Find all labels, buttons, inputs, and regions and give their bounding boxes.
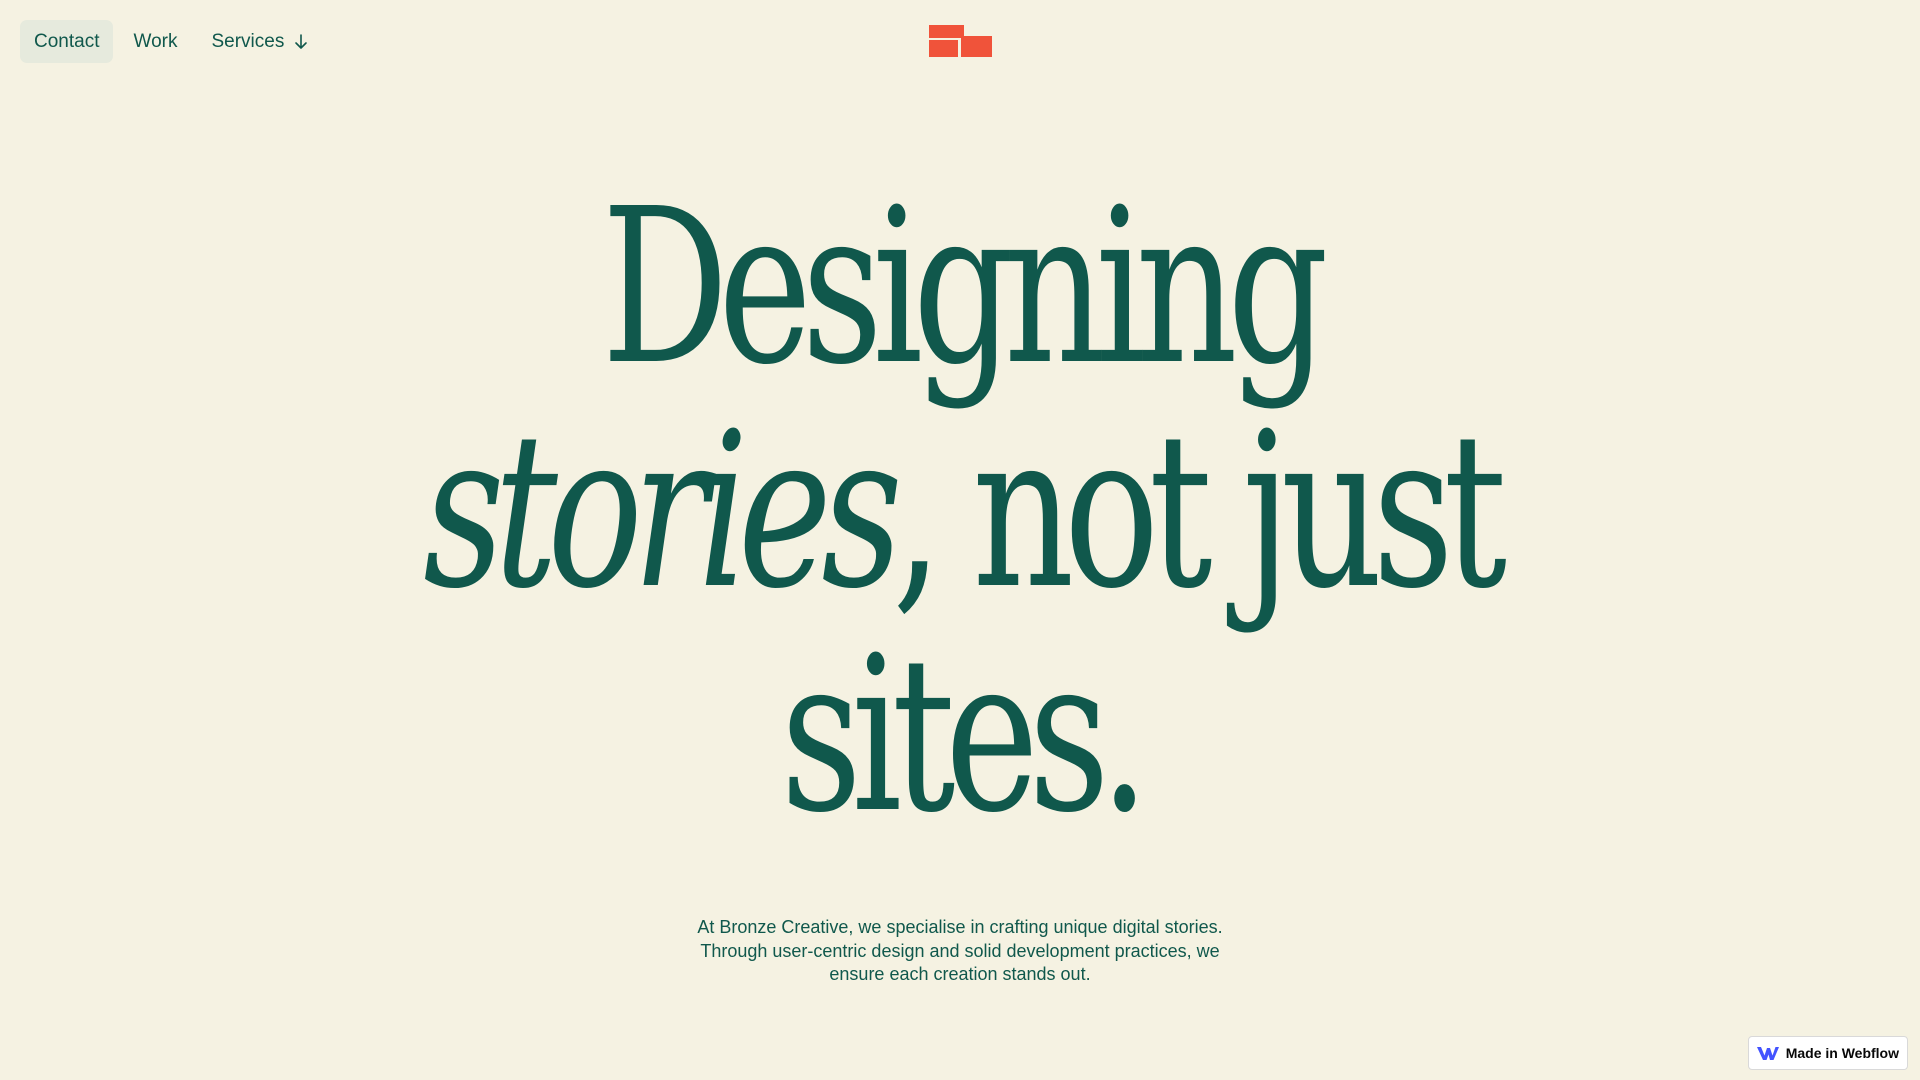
- hero-word-sites: sites.: [780, 611, 1150, 860]
- nav-work-link[interactable]: Work: [119, 20, 191, 63]
- hero-description: At Bronze Creative, we specialise in cra…: [697, 917, 1223, 984]
- nav-contact-label: Contact: [34, 30, 100, 52]
- hero-line-1: Designing: [250, 176, 1671, 400]
- bronze-creative-logo-icon: [929, 25, 992, 57]
- hero-word-designing: Designing: [601, 163, 1329, 412]
- hero-line-2-rest: , not just: [892, 387, 1507, 636]
- hero-line-2: stories, not just: [250, 400, 1671, 624]
- nav-services-label: Services: [211, 30, 285, 52]
- nav-services-dropdown[interactable]: Services: [197, 20, 322, 63]
- brand-logo[interactable]: [929, 25, 992, 58]
- nav-contact-link[interactable]: Contact: [20, 20, 114, 63]
- badge-label: Made in Webflow: [1785, 1045, 1899, 1061]
- hero-heading: Designing stories, not just sites.: [0, 176, 1920, 848]
- hero-word-stories: stories: [423, 387, 902, 636]
- nav-work-label: Work: [133, 30, 178, 52]
- made-in-webflow-badge[interactable]: Made in Webflow: [1747, 1036, 1908, 1070]
- arrow-down-icon: [294, 33, 308, 50]
- main-nav: Contact Work Services: [20, 20, 322, 63]
- webflow-icon: [1756, 1045, 1780, 1061]
- hero-line-3: sites.: [250, 624, 1671, 848]
